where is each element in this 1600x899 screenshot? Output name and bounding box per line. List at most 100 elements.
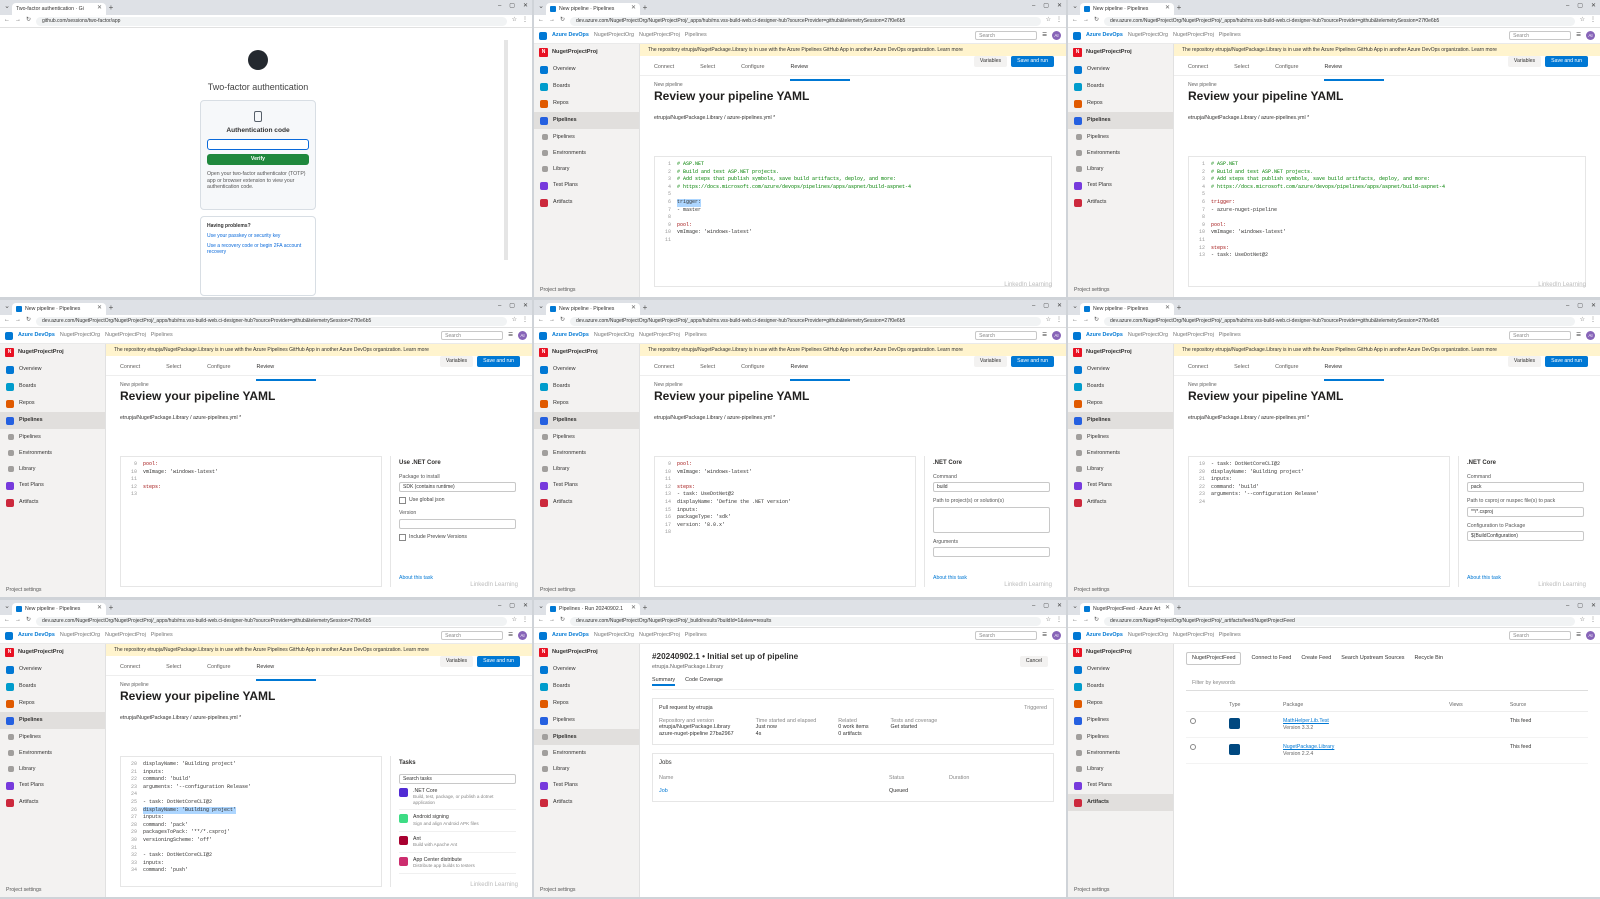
close-tab-icon[interactable]: ✕ <box>97 5 102 13</box>
wizard-step[interactable]: Select <box>1234 64 1249 75</box>
preview-checkbox[interactable]: Include Preview Versions <box>399 534 516 541</box>
sidebar-item[interactable]: Pipelines <box>534 112 639 129</box>
wizard-step[interactable]: Review <box>256 364 316 381</box>
maximize-icon[interactable]: ▢ <box>509 3 515 11</box>
pack-path-input[interactable]: **/*.csproj <box>1467 506 1584 517</box>
avatar[interactable]: AI <box>518 631 527 640</box>
maximize-icon[interactable]: ▢ <box>509 603 515 611</box>
browser-tab[interactable]: New pipeline · Pipelines ✕ <box>1080 3 1174 15</box>
sidebar-item[interactable]: Pipelines <box>534 429 639 445</box>
search-input[interactable]: Search <box>975 331 1038 340</box>
star-icon[interactable]: ☆ <box>512 17 517 25</box>
brand[interactable]: Azure DevOps <box>552 32 589 39</box>
related-value[interactable]: 0 work items <box>838 724 868 731</box>
close-window-icon[interactable]: ✕ <box>1057 603 1062 611</box>
branch-link[interactable]: azure-nuget-pipeline 27ba2967 <box>659 731 734 738</box>
breadcrumb-project[interactable]: NugetProjectProj <box>105 632 146 639</box>
sidebar-item[interactable]: Test Plans <box>0 777 105 794</box>
settings-icon[interactable]: ☰ <box>508 632 513 639</box>
avatar[interactable]: AI <box>1052 631 1061 640</box>
forward-icon[interactable]: → <box>1083 17 1089 25</box>
breadcrumb-project[interactable]: NugetProjectProj <box>639 32 680 39</box>
forward-icon[interactable]: → <box>549 317 555 325</box>
settings-icon[interactable]: ☰ <box>1042 32 1047 39</box>
menu-icon[interactable]: ⋮ <box>1056 317 1062 325</box>
sidebar-item[interactable]: Boards <box>0 378 105 395</box>
sidebar-item[interactable]: Repos <box>1068 695 1173 712</box>
back-icon[interactable]: ← <box>538 317 544 325</box>
sidebar-item[interactable]: Artifacts <box>534 194 639 211</box>
project-settings-link[interactable]: Project settings <box>1074 287 1109 294</box>
brand[interactable]: Azure DevOps <box>18 332 55 339</box>
project-settings-link[interactable]: Project settings <box>6 587 41 594</box>
wizard-step[interactable]: Review <box>1324 364 1384 381</box>
new-tab-button[interactable]: + <box>106 603 116 613</box>
tab-search-icon[interactable]: ⌄ <box>536 603 546 612</box>
maximize-icon[interactable]: ▢ <box>1043 303 1049 311</box>
browser-tab[interactable]: New pipeline · Pipelines ✕ <box>546 3 640 15</box>
tab-search-icon[interactable]: ⌄ <box>1070 3 1080 12</box>
row-checkbox[interactable] <box>1190 744 1196 750</box>
maximize-icon[interactable]: ▢ <box>509 303 515 311</box>
new-tab-button[interactable]: + <box>640 3 650 13</box>
passkey-link[interactable]: Use your passkey or security key <box>207 233 309 239</box>
star-icon[interactable]: ☆ <box>1046 317 1051 325</box>
project-settings-link[interactable]: Project settings <box>540 887 575 894</box>
menu-icon[interactable]: ⋮ <box>1590 617 1596 625</box>
breadcrumb-org[interactable]: NugetProjectOrg <box>1128 632 1168 639</box>
sidebar-item[interactable]: Test Plans <box>534 177 639 194</box>
minimize-icon[interactable]: – <box>1566 303 1569 311</box>
browser-tab[interactable]: New pipeline · Pipelines ✕ <box>1080 303 1174 315</box>
search-input[interactable]: Search <box>1509 631 1572 640</box>
sidebar-item[interactable]: Repos <box>1068 95 1173 112</box>
artifacts-value[interactable]: 0 artifacts <box>838 731 868 738</box>
task-item[interactable]: App Center distribute Distribute app buil… <box>399 853 516 875</box>
close-window-icon[interactable]: ✕ <box>1057 3 1062 11</box>
wizard-step[interactable]: Select <box>166 364 181 375</box>
task-item[interactable]: Android signing Sign and align Android AP… <box>399 810 516 832</box>
star-icon[interactable]: ☆ <box>1580 617 1585 625</box>
maximize-icon[interactable]: ▢ <box>1577 603 1583 611</box>
back-icon[interactable]: ← <box>4 17 10 25</box>
project-settings-link[interactable]: Project settings <box>6 887 41 894</box>
sidebar-item[interactable]: Pipelines <box>1068 129 1173 145</box>
tab-code-coverage[interactable]: Code Coverage <box>685 677 723 686</box>
breadcrumb-project[interactable]: NugetProjectProj <box>639 332 680 339</box>
menu-icon[interactable]: ⋮ <box>1056 17 1062 25</box>
search-input[interactable]: Search <box>975 631 1038 640</box>
wizard-step[interactable]: Configure <box>207 364 230 375</box>
yaml-editor[interactable]: 20 displayName: 'Building project' 21 inp… <box>120 756 382 887</box>
sidebar-item[interactable]: Library <box>1068 461 1173 477</box>
star-icon[interactable]: ☆ <box>1046 617 1051 625</box>
azure-devops-logo-icon[interactable] <box>539 631 547 640</box>
variables-button[interactable]: Variables <box>973 56 1008 67</box>
reload-icon[interactable]: ↻ <box>1094 317 1099 325</box>
breadcrumb-org[interactable]: NugetProjectOrg <box>594 632 634 639</box>
create-feed-button[interactable]: Create Feed <box>1301 655 1331 662</box>
breadcrumb-org[interactable]: NugetProjectOrg <box>60 332 100 339</box>
yaml-editor[interactable]: 1 # ASP.NET 2 # Build and test ASP.NET proj… <box>654 156 1052 287</box>
sidebar-item[interactable]: Pipelines <box>0 729 105 745</box>
sidebar-item[interactable]: Library <box>534 761 639 777</box>
yaml-path[interactable]: etrupja/NugetPackage.Library / azure-pip… <box>106 705 532 722</box>
browser-tab[interactable]: New pipeline · Pipelines ✕ <box>12 603 106 615</box>
browser-tab[interactable]: NugetProjectFeed · Azure Art ✕ <box>1080 603 1174 615</box>
reload-icon[interactable]: ↻ <box>26 617 31 625</box>
back-icon[interactable]: ← <box>1072 317 1078 325</box>
save-and-run-button[interactable]: Save and run <box>477 356 520 367</box>
menu-icon[interactable]: ⋮ <box>522 317 528 325</box>
sidebar-project[interactable]: N NugetProjectProj <box>534 344 639 361</box>
sidebar-item[interactable]: Artifacts <box>1068 494 1173 511</box>
repo-link[interactable]: etrupja/NugetPackage.Library <box>659 724 734 731</box>
variables-button[interactable]: Variables <box>1507 56 1542 67</box>
sidebar-project[interactable]: N NugetProjectProj <box>1068 44 1173 61</box>
sidebar-item[interactable]: Library <box>1068 161 1173 177</box>
back-icon[interactable]: ← <box>1072 617 1078 625</box>
project-settings-link[interactable]: Project settings <box>1074 587 1109 594</box>
wizard-step[interactable]: Select <box>1234 364 1249 375</box>
close-tab-icon[interactable]: ✕ <box>631 605 636 613</box>
job-name[interactable]: Job <box>659 788 889 795</box>
avatar[interactable]: AI <box>1052 331 1061 340</box>
sidebar-item[interactable]: Overview <box>1068 361 1173 378</box>
sidebar-item[interactable]: Test Plans <box>1068 477 1173 494</box>
